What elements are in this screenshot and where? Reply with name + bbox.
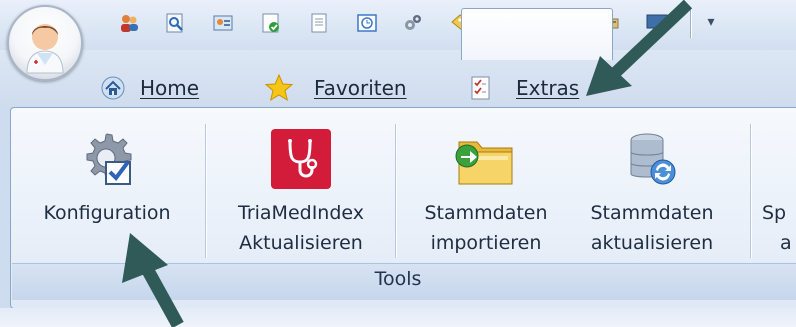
star-icon — [264, 73, 294, 103]
gear-check-icon — [76, 120, 138, 198]
home-icon — [100, 76, 126, 100]
arrow-pointing-to-extras — [586, 0, 693, 96]
tab-extras[interactable]: Extras — [470, 68, 579, 108]
tab-favoriten[interactable]: Favoriten — [264, 68, 407, 108]
stammdaten-importieren-button[interactable]: Stammdaten importieren — [406, 120, 566, 260]
database-refresh-icon — [621, 120, 683, 198]
tab-home-label: Home — [140, 76, 200, 100]
konfiguration-label-line1: Konfiguration — [43, 202, 171, 224]
application-menu-button[interactable] — [7, 5, 83, 81]
stammdaten-importieren-label-line2: importieren — [430, 232, 542, 254]
tab-favoriten-label: Favoriten — [314, 76, 407, 100]
partial-label-line1: Sp — [762, 202, 787, 224]
group-separator — [205, 124, 206, 258]
calendar-icon[interactable] — [354, 10, 380, 36]
group-separator — [395, 124, 396, 258]
patient-card-icon[interactable] — [210, 10, 236, 36]
stammdaten-aktualisieren-label-line2: aktualisieren — [590, 232, 714, 254]
stammdaten-aktualisieren-button[interactable]: Stammdaten aktualisieren — [572, 120, 732, 260]
tab-home[interactable]: Home — [100, 68, 199, 108]
stammdaten-aktualisieren-label-line1: Stammdaten — [590, 202, 714, 224]
doctor-avatar-icon — [26, 24, 64, 74]
group-separator — [750, 124, 751, 258]
folder-import-icon — [453, 120, 519, 198]
stammdaten-importieren-label-line1: Stammdaten — [424, 202, 548, 224]
arrow-pointing-to-konfiguration — [122, 233, 184, 327]
partial-ribbon-button[interactable]: Sp a — [762, 120, 796, 260]
contacts-icon[interactable] — [116, 10, 142, 36]
partial-label-line2: a — [780, 232, 792, 254]
triamedindex-label-line1: TriaMedIndex — [238, 202, 364, 224]
triamedindex-aktualisieren-button[interactable]: TriaMedIndex Aktualisieren — [218, 120, 384, 260]
triamedindex-label-line2: Aktualisieren — [239, 232, 363, 254]
gears-icon[interactable] — [400, 10, 426, 36]
document-icon[interactable] — [306, 10, 332, 36]
checklist-icon[interactable] — [258, 10, 284, 36]
stethoscope-icon — [270, 120, 332, 198]
tab-extras-label: Extras — [516, 76, 580, 100]
search-document-icon[interactable] — [162, 10, 188, 36]
checklist-icon — [470, 75, 492, 101]
customize-toolbar-dropdown[interactable]: ▾ — [702, 10, 720, 34]
